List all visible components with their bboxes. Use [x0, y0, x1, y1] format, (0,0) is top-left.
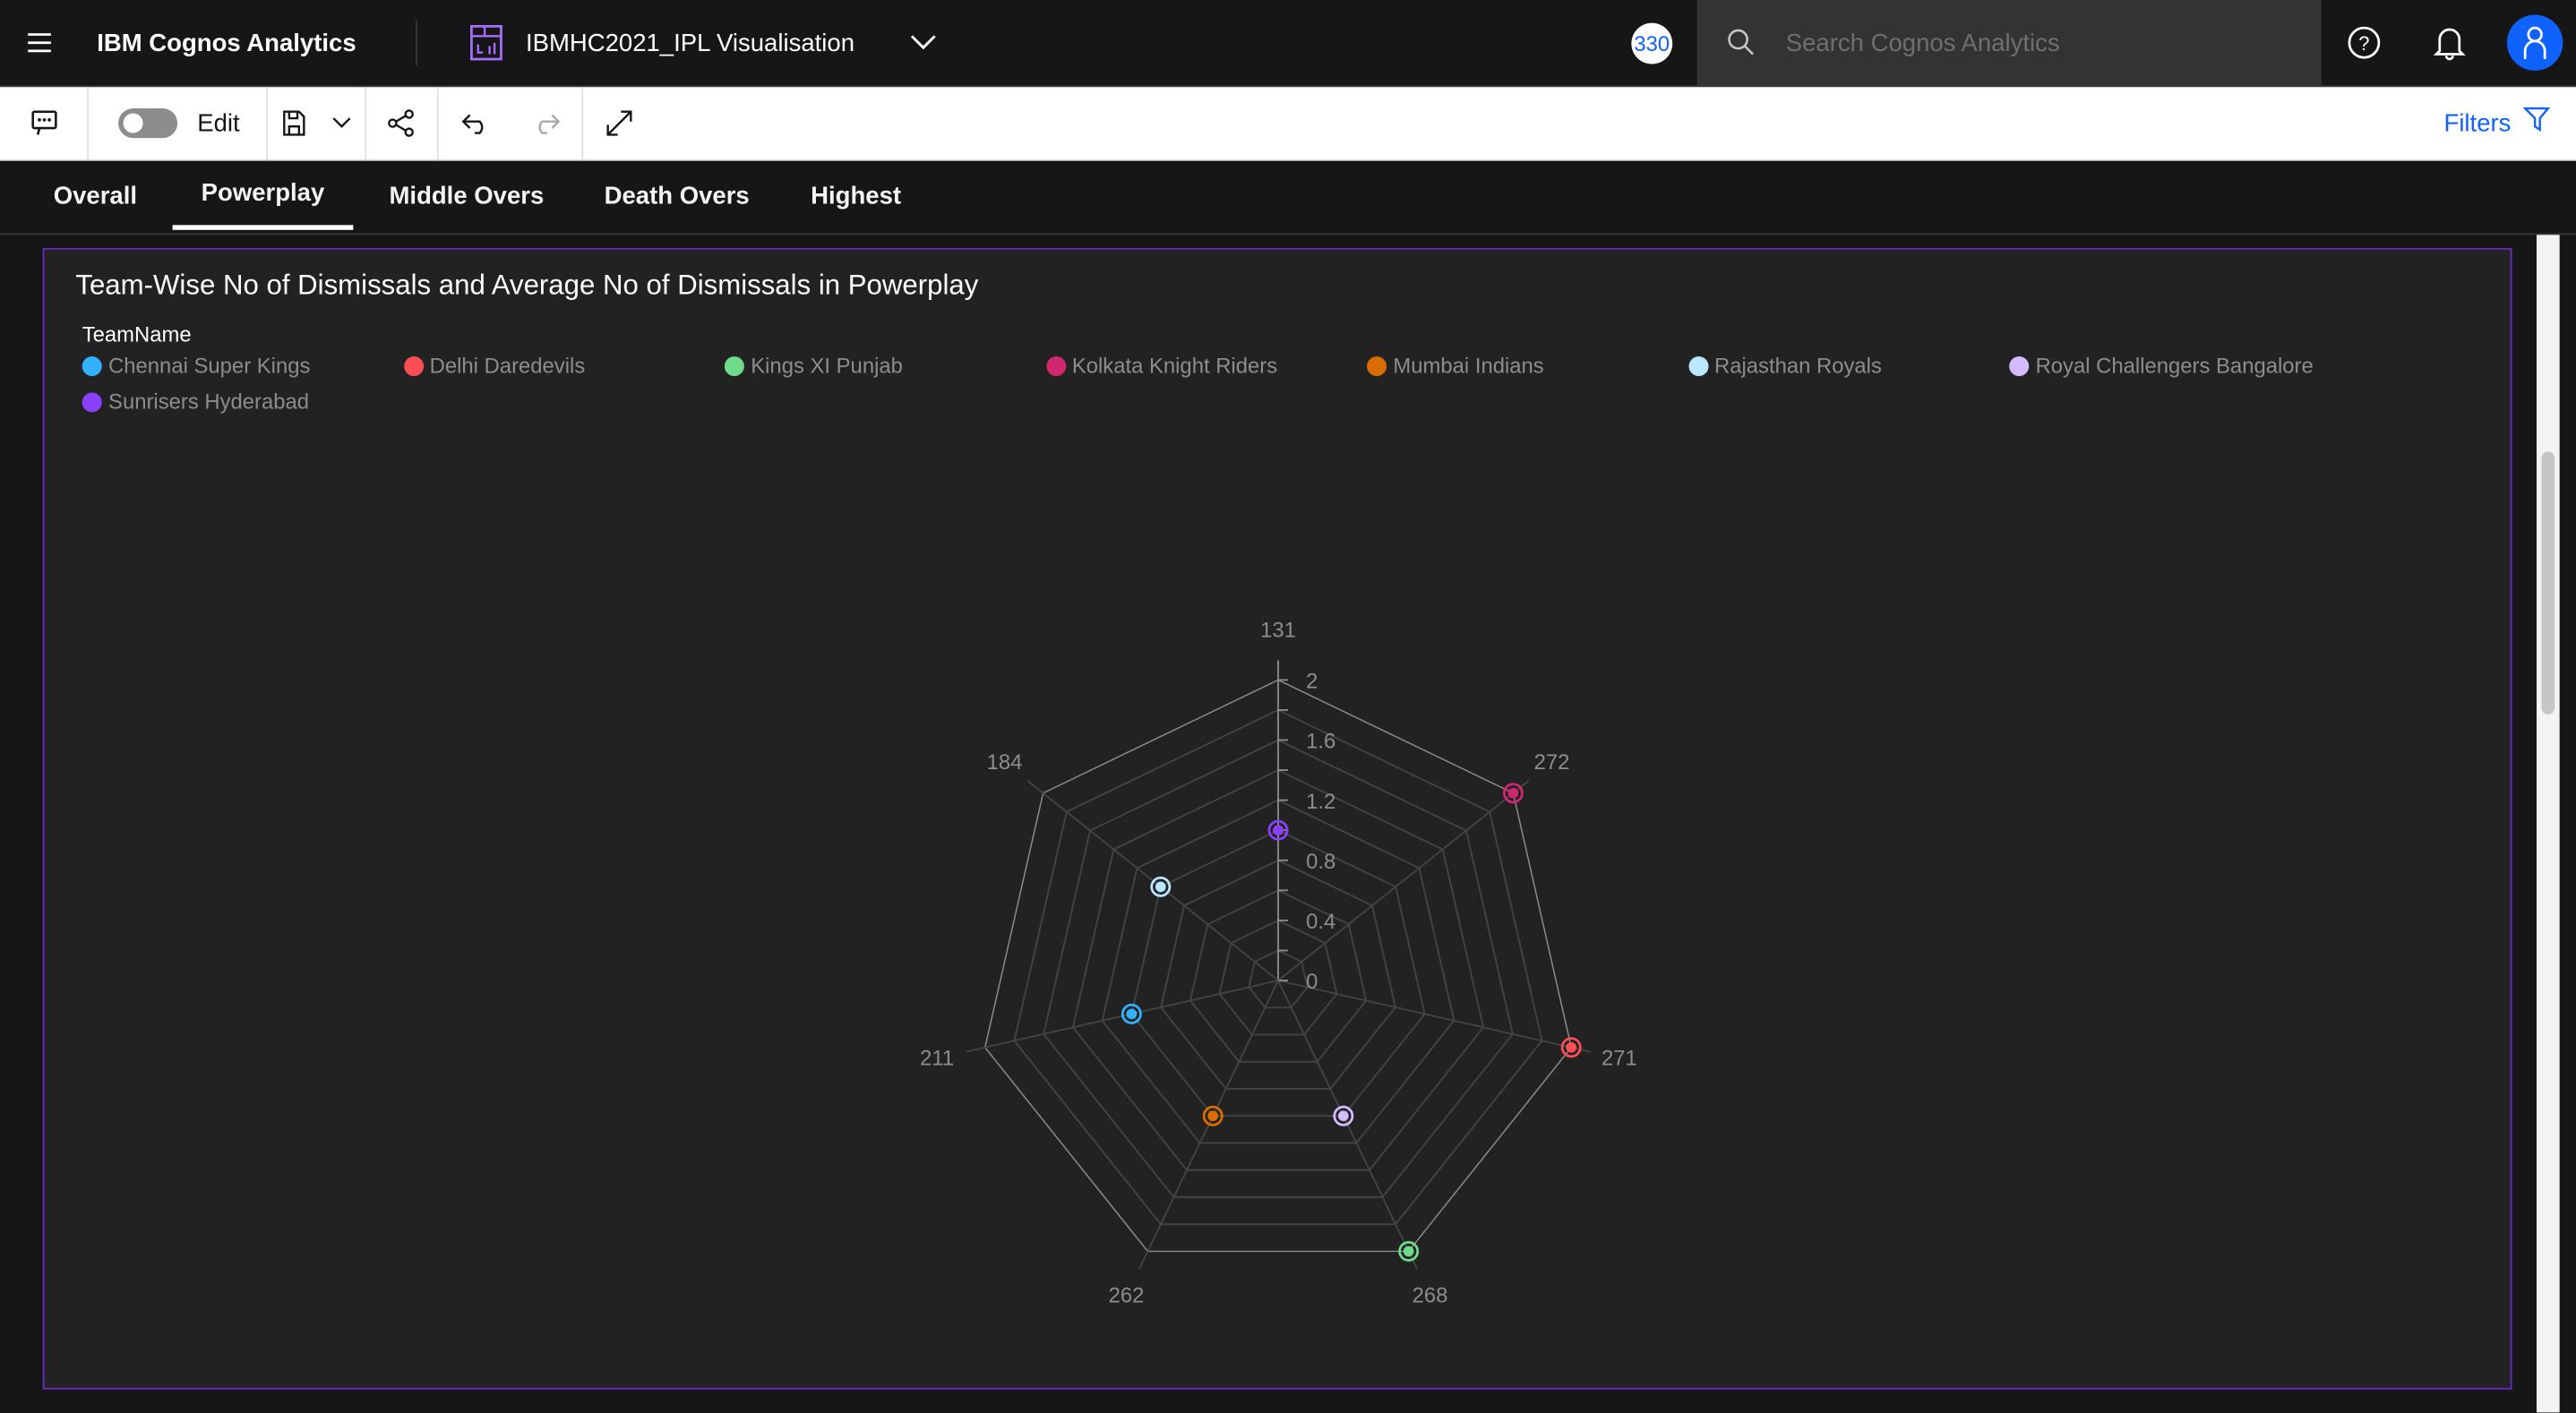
radial-tick-label: 0.4 [1306, 910, 1335, 934]
radar-axis-label: 211 [920, 1046, 954, 1070]
data-point [1566, 1041, 1577, 1053]
user-avatar[interactable] [2506, 14, 2563, 71]
redo-icon[interactable] [522, 87, 568, 159]
fullscreen-icon[interactable] [597, 87, 642, 159]
save-icon[interactable] [276, 87, 312, 159]
save-options-chevron-icon[interactable] [325, 87, 358, 159]
svg-text:?: ? [2358, 32, 2369, 55]
edit-toggle[interactable] [115, 87, 180, 159]
radial-tick-label: 0.8 [1306, 850, 1335, 874]
radar-axis-label: 272 [1534, 750, 1570, 775]
filters-label: Filters [2443, 108, 2512, 138]
tab-death-overs[interactable]: Death Overs [575, 161, 778, 230]
hamburger-menu-icon[interactable] [16, 20, 62, 65]
data-point [1337, 1110, 1349, 1122]
filter-edit-icon [2523, 107, 2552, 140]
vertical-scrollbar[interactable] [2537, 235, 2560, 1413]
tab-powerplay[interactable]: Powerplay [172, 161, 354, 230]
radial-tick-label: 0 [1306, 970, 1318, 994]
search-input[interactable] [1782, 27, 2282, 59]
radar-axis-label: 184 [987, 750, 1023, 775]
data-point [1507, 787, 1519, 799]
radar-chart: 131 272 271 268 262 211 184 0 0.4 0.8 1.2 1.6 2 [920, 619, 1637, 1308]
data-point [1273, 825, 1284, 836]
help-icon[interactable]: ? [2344, 23, 2383, 63]
chevron-down-icon[interactable] [904, 23, 943, 63]
tab-highest[interactable]: Highest [782, 161, 930, 230]
chart-widget[interactable]: Team-Wise No of Dismissals and Average N… [42, 247, 2512, 1390]
dashboard-icon [468, 24, 504, 61]
radar-axis-label: 131 [1260, 619, 1296, 643]
share-icon[interactable] [378, 87, 424, 159]
report-title: IBMHC2021_IPL Visualisation [525, 29, 855, 57]
edit-label: Edit [197, 108, 240, 138]
filters-button[interactable]: Filters [2432, 87, 2563, 159]
data-point [1403, 1246, 1414, 1257]
radial-tick-label: 2 [1306, 670, 1318, 694]
tab-bar: Overall Powerplay Middle Overs Death Overs H… [0, 160, 2576, 236]
scrollbar-thumb[interactable] [2541, 451, 2555, 715]
radar-axis-label: 268 [1413, 1283, 1448, 1307]
search-icon [1727, 28, 1756, 65]
tab-middle-overs[interactable]: Middle Overs [360, 161, 573, 230]
data-point [1126, 1008, 1138, 1020]
app-brand: IBM Cognos Analytics [97, 29, 356, 57]
search-box[interactable] [1696, 0, 2322, 86]
tab-overall[interactable]: Overall [23, 161, 167, 230]
data-point [1207, 1110, 1219, 1122]
radial-tick-label: 1.2 [1306, 790, 1335, 814]
notification-count-badge[interactable]: 330 [1631, 22, 1673, 64]
radar-axis-label: 262 [1109, 1283, 1145, 1307]
app-header: IBM Cognos Analytics IBMHC2021_IPL Visua… [0, 0, 2576, 88]
data-point [1155, 881, 1166, 893]
notification-bell-icon[interactable] [2430, 23, 2469, 63]
comment-icon[interactable] [13, 87, 76, 159]
toolbar: Edit Filters [0, 87, 2576, 161]
radial-tick-label: 1.6 [1306, 730, 1335, 754]
radar-axis-label: 271 [1601, 1046, 1637, 1070]
radar-axis-line [1277, 980, 1591, 1053]
undo-icon[interactable] [453, 87, 499, 159]
